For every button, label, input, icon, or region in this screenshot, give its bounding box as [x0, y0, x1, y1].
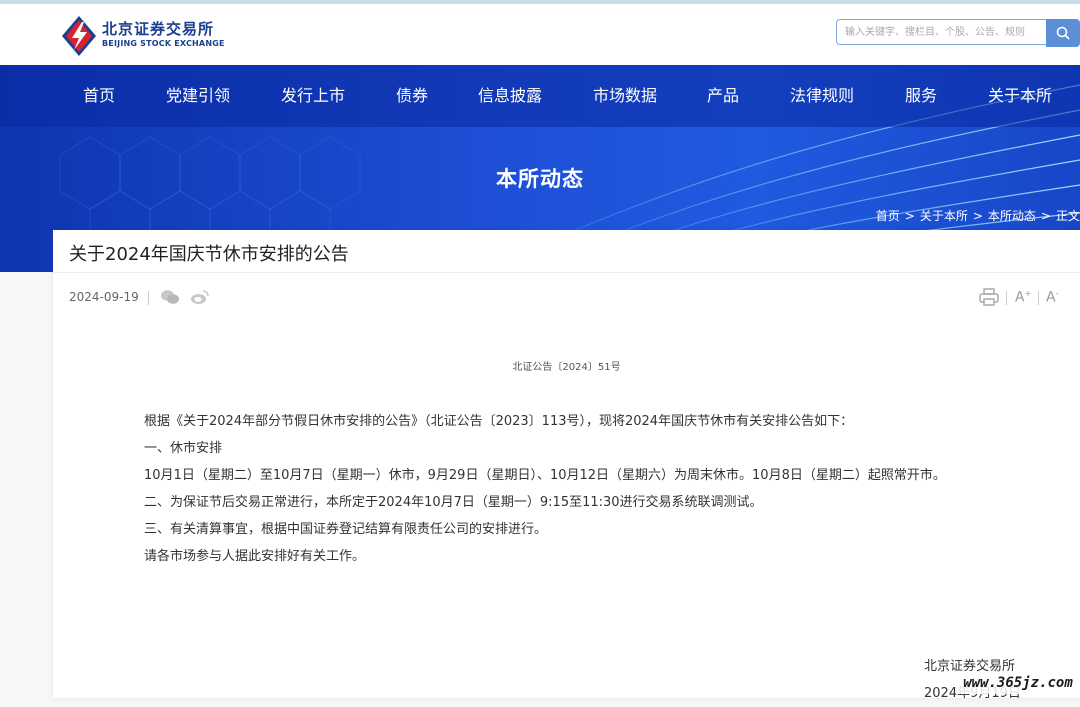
nav-products[interactable]: 产品	[707, 65, 739, 127]
breadcrumb-separator: >	[972, 209, 983, 223]
breadcrumb-separator: >	[904, 209, 915, 223]
breadcrumb: 首页 > 关于本所 > 本所动态 > 正文	[876, 207, 1080, 224]
logo-name-cn: 北京证券交易所	[102, 20, 215, 38]
divider	[148, 291, 149, 305]
article-body: 根据《关于2024年部分节假日休市安排的公告》（北证公告〔2023〕113号），…	[144, 408, 1044, 570]
breadcrumb-news[interactable]: 本所动态	[988, 209, 1036, 223]
paragraph: 根据《关于2024年部分节假日休市安排的公告》（北证公告〔2023〕113号），…	[144, 414, 854, 429]
paragraph: 10月1日（星期二）至10月7日（星期一）休市，9月29日（星期日）、10月12…	[144, 468, 946, 483]
logo-mark-icon	[62, 16, 96, 56]
search-icon	[1056, 26, 1070, 40]
article-title: 关于2024年国庆节休市安排的公告	[69, 244, 349, 265]
article-meta: 2024-09-19 A+ A-	[69, 288, 1069, 308]
nav-market-data[interactable]: 市场数据	[593, 65, 657, 127]
paragraph: 三、有关清算事宜，根据中国证券登记结算有限责任公司的安排进行。	[144, 522, 548, 537]
paragraph: 请各市场参与人据此安排好有关工作。	[144, 549, 366, 564]
nav-services[interactable]: 服务	[905, 65, 937, 127]
wechat-icon[interactable]	[160, 289, 180, 309]
site-header: 北京证券交易所 BEIJING STOCK EXCHANGE	[0, 4, 1080, 65]
font-decrease-button[interactable]: A-	[1046, 289, 1058, 306]
weibo-icon[interactable]	[190, 289, 210, 309]
nav-bonds[interactable]: 债券	[396, 65, 428, 127]
print-icon[interactable]	[979, 288, 999, 310]
breadcrumb-current: 正文	[1055, 209, 1080, 223]
nav-about[interactable]: 关于本所	[988, 65, 1052, 127]
site-logo[interactable]: 北京证券交易所 BEIJING STOCK EXCHANGE	[62, 16, 225, 56]
nav-listing[interactable]: 发行上市	[281, 65, 345, 127]
logo-name-en: BEIJING STOCK EXCHANGE	[102, 39, 225, 48]
main-nav: 首页 党建引领 发行上市 债券 信息披露 市场数据 产品 法律规则 服务 关于本…	[0, 65, 1080, 127]
search-input[interactable]	[836, 19, 1046, 45]
breadcrumb-separator: >	[1040, 209, 1051, 223]
nav-disclosure[interactable]: 信息披露	[478, 65, 542, 127]
paragraph: 二、为保证节后交易正常进行，本所定于2024年10月7日（星期一）9:15至11…	[144, 495, 763, 510]
paragraph: 一、休市安排	[144, 441, 223, 456]
watermark: www.365jz.com	[956, 672, 1080, 694]
nav-party-building[interactable]: 党建引领	[166, 65, 230, 127]
document-number: 北证公告〔2024〕51号	[512, 362, 621, 373]
font-increase-button[interactable]: A+	[1015, 289, 1031, 306]
divider	[1006, 291, 1007, 305]
article-header: 关于2024年国庆节休市安排的公告	[53, 230, 1080, 273]
article-date: 2024-09-19	[69, 290, 139, 304]
breadcrumb-home[interactable]: 首页	[876, 209, 900, 223]
search-box	[836, 19, 1080, 47]
page-title: 本所动态	[496, 167, 584, 191]
article-panel: 关于2024年国庆节休市安排的公告 2024-09-19 A+ A- 北证公告〔…	[53, 230, 1080, 701]
nav-home[interactable]: 首页	[83, 65, 115, 127]
breadcrumb-about[interactable]: 关于本所	[920, 209, 968, 223]
search-button[interactable]	[1046, 19, 1080, 47]
nav-rules[interactable]: 法律规则	[790, 65, 854, 127]
divider	[1038, 291, 1039, 305]
